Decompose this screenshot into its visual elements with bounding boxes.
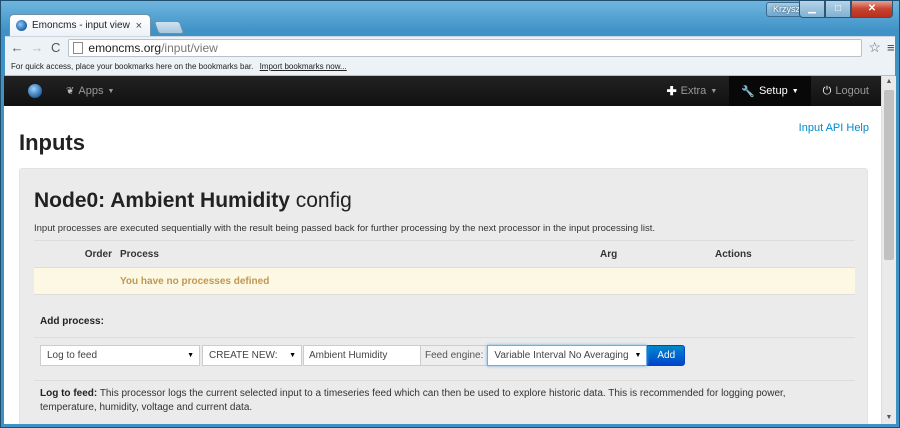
minimize-button[interactable]: ▁: [799, 1, 825, 18]
page-viewport: ❦ Apps ▼ ✚ Extra ▼ 🔧 Setup ▼ ⏻ Logout In…: [4, 76, 881, 424]
header-process: Process: [120, 240, 600, 268]
extra-label: Extra: [680, 85, 707, 97]
window-controls: ▁ □ ✕: [799, 1, 893, 18]
url-path: /input/view: [161, 40, 218, 55]
process-info-text: This processor logs the current selected…: [40, 388, 786, 413]
bookmarks-message: For quick access, place your bookmarks h…: [11, 62, 254, 71]
back-arrow-icon[interactable]: ←: [9, 40, 25, 55]
apps-menu[interactable]: ❦ Apps ▼: [66, 85, 114, 97]
close-tab-icon[interactable]: ×: [136, 20, 142, 32]
scroll-down-arrow-icon[interactable]: ▼: [882, 412, 896, 424]
process-table: Order Process Arg Actions You have no pr…: [34, 240, 855, 295]
reload-icon[interactable]: C: [51, 40, 60, 55]
node-name: Node0: Ambient Humidity: [34, 189, 290, 212]
feed-select-value: CREATE NEW:: [209, 349, 278, 361]
plus-icon: ✚: [666, 84, 677, 98]
add-process-label: Add process:: [40, 316, 104, 327]
close-window-button[interactable]: ✕: [851, 1, 893, 18]
dropdown-arrow-icon: ▼: [187, 351, 194, 359]
node-title: Node0: Ambient Humidity config: [34, 189, 853, 213]
divider: [34, 337, 855, 338]
node-config-panel: Node0: Ambient Humidity config Input pro…: [19, 168, 868, 424]
caret-down-icon: ▼: [710, 87, 718, 95]
url-host: emoncms.org: [88, 40, 162, 55]
feed-name-input[interactable]: Ambient Humidity: [303, 344, 421, 366]
header-order: Order: [34, 240, 120, 268]
dropdown-arrow-icon: ▼: [634, 351, 642, 359]
process-description: Input processes are executed sequentiall…: [34, 223, 656, 234]
logout-link[interactable]: ⏻ Logout: [811, 76, 881, 106]
feed-engine-label: Feed engine:: [421, 344, 488, 366]
forward-arrow-icon[interactable]: →: [29, 40, 45, 55]
feed-select[interactable]: CREATE NEW: ▼: [202, 344, 302, 366]
import-bookmarks-link[interactable]: Import bookmarks now...: [260, 62, 347, 71]
tab-strip: Emoncms - input view ×: [9, 14, 185, 36]
bookmarks-bar: For quick access, place your bookmarks h…: [5, 58, 895, 76]
emoncms-favicon-icon: [16, 20, 27, 31]
caret-down-icon: ▼: [107, 87, 115, 95]
wrench-icon: 🔧: [741, 85, 755, 98]
feed-engine-value: Variable Interval No Averaging: [494, 349, 629, 361]
divider: [34, 380, 855, 381]
process-info: Log to feed: This processor logs the cur…: [40, 387, 840, 415]
browser-menu-icon[interactable]: ≡: [887, 40, 895, 55]
dropdown-arrow-icon: ▼: [289, 351, 296, 359]
caret-down-icon: ▼: [791, 87, 799, 95]
page-icon: [73, 41, 84, 54]
feed-engine-select[interactable]: Variable Interval No Averaging ▼: [487, 344, 648, 366]
browser-toolbar: ← → C emoncms.org/input/view ☆ ≡: [5, 36, 895, 58]
nav-right: ✚ Extra ▼ 🔧 Setup ▼ ⏻ Logout: [655, 76, 881, 106]
bookmark-star-icon[interactable]: ☆: [868, 39, 881, 56]
power-icon: ⏻: [822, 84, 832, 97]
input-api-help-link[interactable]: Input API Help: [799, 122, 869, 134]
extra-menu[interactable]: ✚ Extra ▼: [655, 76, 730, 106]
node-title-suffix: config: [295, 189, 352, 212]
tab-title: Emoncms - input view: [32, 20, 130, 31]
tab-emoncms[interactable]: Emoncms - input view ×: [9, 14, 151, 36]
page-content: Input API Help Inputs Node0: Ambient Hum…: [4, 106, 881, 424]
emoncms-logo-icon[interactable]: [28, 84, 42, 98]
setup-label: Setup: [758, 85, 788, 97]
header-arg: Arg: [600, 240, 715, 268]
address-bar[interactable]: emoncms.org/input/view: [68, 38, 863, 57]
header-actions: Actions: [715, 240, 855, 268]
maximize-button[interactable]: □: [825, 1, 851, 18]
process-info-title: Log to feed:: [40, 388, 98, 399]
process-select-value: Log to feed: [47, 349, 98, 361]
table-header-row: Order Process Arg Actions: [34, 240, 855, 268]
scroll-up-arrow-icon[interactable]: ▲: [882, 76, 896, 88]
new-tab-button[interactable]: [153, 21, 185, 34]
logout-label: Logout: [835, 85, 869, 97]
table-row: You have no processes defined: [34, 267, 855, 295]
setup-menu[interactable]: 🔧 Setup ▼: [729, 76, 811, 106]
leaf-icon: ❦: [66, 85, 75, 97]
add-button[interactable]: Add: [647, 344, 686, 366]
empty-process-message: You have no processes defined: [34, 267, 855, 295]
app-navbar: ❦ Apps ▼ ✚ Extra ▼ 🔧 Setup ▼ ⏻ Logout: [4, 76, 881, 106]
process-select[interactable]: Log to feed ▼: [40, 344, 200, 366]
add-process-row: Log to feed ▼ CREATE NEW: ▼ Ambient Humi…: [40, 344, 853, 366]
scrollbar-thumb[interactable]: [884, 90, 894, 260]
apps-label: Apps: [78, 85, 104, 97]
vertical-scrollbar[interactable]: ▲ ▼: [881, 76, 896, 424]
page-title: Inputs: [19, 130, 85, 155]
